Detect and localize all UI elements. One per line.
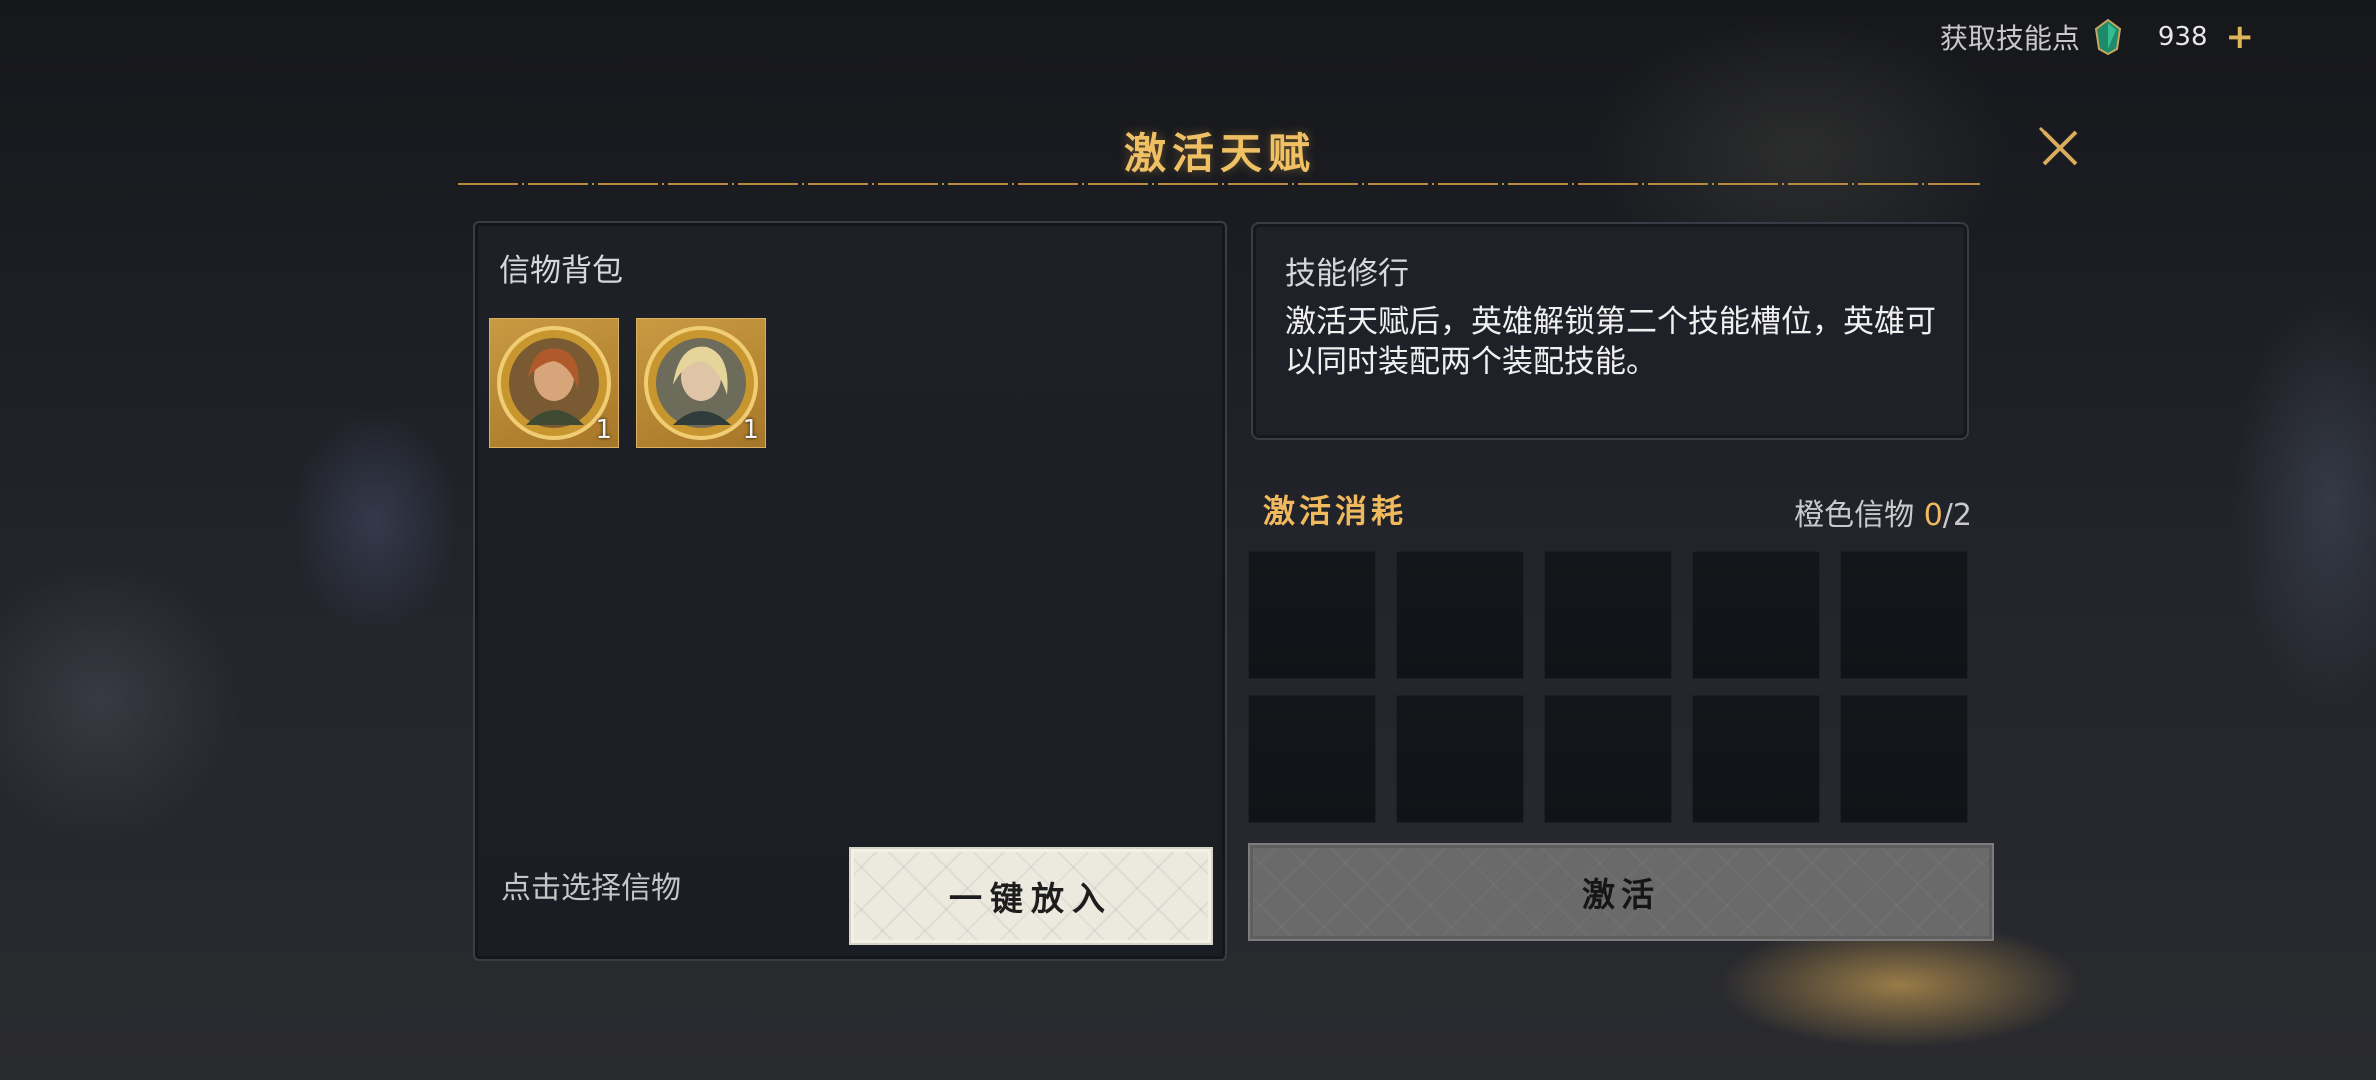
cost-current: 0 bbox=[1923, 498, 1943, 533]
activate-button[interactable]: 激活 bbox=[1248, 843, 1994, 941]
skill-point-count: 938 bbox=[2157, 22, 2208, 52]
token-item[interactable]: 1 bbox=[489, 318, 619, 448]
add-skill-point-button[interactable]: + bbox=[2226, 20, 2255, 54]
token-quantity: 1 bbox=[595, 415, 612, 445]
token-item[interactable]: 1 bbox=[636, 318, 766, 448]
put-all-button[interactable]: 一键放入 bbox=[849, 847, 1213, 945]
token-slot[interactable] bbox=[1692, 695, 1820, 823]
token-slot[interactable] bbox=[1396, 695, 1524, 823]
token-slot[interactable] bbox=[1692, 551, 1820, 679]
select-token-hint: 点击选择信物 bbox=[501, 871, 681, 906]
skill-point-label: 获取技能点 bbox=[1939, 22, 2080, 55]
token-slot[interactable] bbox=[1396, 551, 1524, 679]
page-title: 激活天赋 bbox=[1123, 129, 1316, 178]
skill-point-bar[interactable]: 获取技能点 938 + bbox=[1940, 14, 2254, 60]
activation-cost-count: 橙色信物 0/2 bbox=[1794, 490, 1972, 534]
token-slot[interactable] bbox=[1248, 695, 1376, 823]
token-bag-panel: 信物背包 1 1 点击选择信物 一键放入 bbox=[473, 221, 1227, 961]
cost-total: /2 bbox=[1942, 498, 1972, 533]
token-slot-grid bbox=[1248, 551, 1970, 823]
close-icon[interactable] bbox=[2036, 124, 2084, 172]
skill-title: 技能修行 bbox=[1285, 256, 1409, 292]
token-slot[interactable] bbox=[1840, 695, 1968, 823]
token-slot[interactable] bbox=[1248, 551, 1376, 679]
activation-cost-title: 激活消耗 bbox=[1263, 492, 1408, 530]
token-bag-title: 信物背包 bbox=[499, 253, 623, 289]
token-slot[interactable] bbox=[1840, 551, 1968, 679]
token-quantity: 1 bbox=[742, 415, 759, 445]
skill-info-box: 技能修行 激活天赋后，英雄解锁第二个技能槽位，英雄可以同时装配两个装配技能。 bbox=[1251, 222, 1969, 440]
title-divider bbox=[458, 182, 1980, 186]
cost-label: 橙色信物 bbox=[1794, 498, 1924, 533]
token-slot[interactable] bbox=[1544, 551, 1672, 679]
green-gem-icon bbox=[2094, 18, 2122, 56]
skill-description: 激活天赋后，英雄解锁第二个技能槽位，英雄可以同时装配两个装配技能。 bbox=[1285, 304, 1936, 380]
token-slot[interactable] bbox=[1544, 695, 1672, 823]
